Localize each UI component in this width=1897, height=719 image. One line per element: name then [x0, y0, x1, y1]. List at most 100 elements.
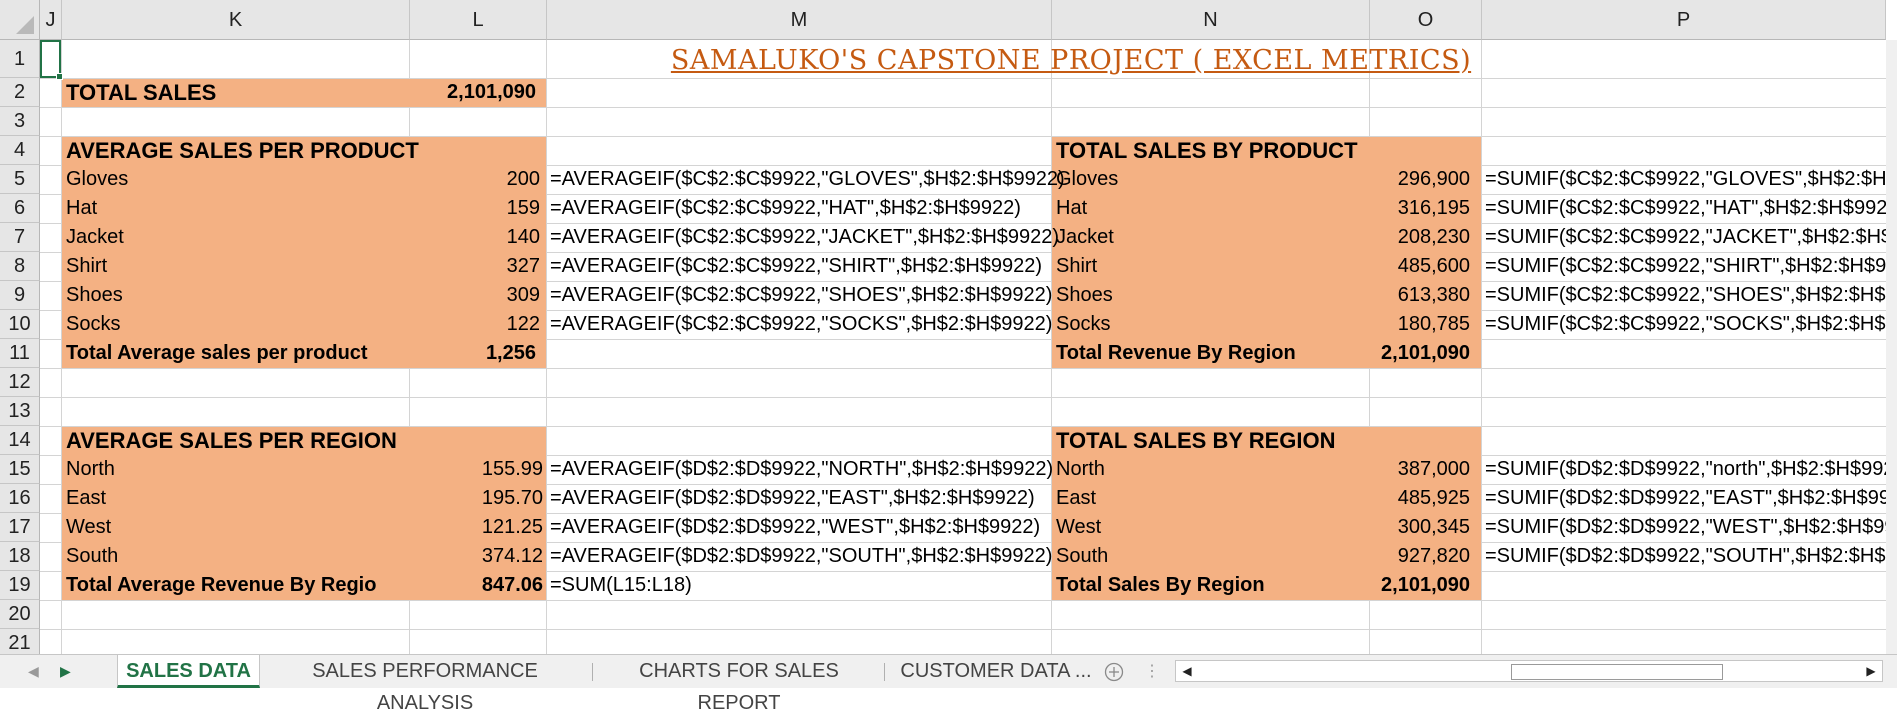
avg-product-name[interactable]: Gloves: [66, 165, 128, 194]
avg-product-name[interactable]: Shoes: [66, 281, 123, 310]
avg-product-formula[interactable]: =AVERAGEIF($C$2:$C$9922,"GLOVES",$H$2:$H…: [550, 165, 1065, 194]
total-region-name[interactable]: South: [1056, 542, 1108, 571]
avg-product-total-value[interactable]: 1,256: [410, 339, 536, 368]
avg-product-name[interactable]: Hat: [66, 194, 97, 223]
total-product-name[interactable]: Shoes: [1056, 281, 1113, 310]
row-header-10[interactable]: 10: [0, 310, 40, 339]
tab-customer-data[interactable]: CUSTOMER DATA ...: [896, 655, 1096, 688]
total-region-value[interactable]: 927,820: [1370, 542, 1470, 571]
row-header-1[interactable]: 1: [0, 40, 40, 78]
active-cell-j1[interactable]: [40, 40, 63, 80]
tab-sales-performance-analysis[interactable]: SALES PERFORMANCE ANALYSIS: [272, 655, 578, 714]
row-header-6[interactable]: 6: [0, 194, 40, 223]
avg-region-formula[interactable]: =AVERAGEIF($D$2:$D$9922,"SOUTH",$H$2:$H$…: [550, 542, 1052, 571]
avg-region-name[interactable]: South: [66, 542, 118, 571]
total-product-header[interactable]: TOTAL SALES BY PRODUCT: [1056, 136, 1358, 165]
scroll-right-icon[interactable]: ▶: [1862, 661, 1880, 681]
avg-region-formula[interactable]: =AVERAGEIF($D$2:$D$9922,"NORTH",$H$2:$H$…: [550, 455, 1053, 484]
scroll-left-icon[interactable]: ◀: [1178, 661, 1196, 681]
avg-product-name[interactable]: Socks: [66, 310, 120, 339]
row-header-8[interactable]: 8: [0, 252, 40, 281]
row-header-2[interactable]: 2: [0, 78, 40, 107]
avg-product-formula[interactable]: =AVERAGEIF($C$2:$C$9922,"SHOES",$H$2:$H$…: [550, 281, 1052, 310]
row-header-5[interactable]: 5: [0, 165, 40, 194]
total-product-value[interactable]: 180,785: [1370, 310, 1470, 339]
total-sales-label[interactable]: TOTAL SALES: [66, 78, 216, 107]
total-region-total-value[interactable]: 2,101,090: [1370, 571, 1470, 600]
avg-product-value[interactable]: 122: [410, 310, 540, 339]
row-header-12[interactable]: 12: [0, 368, 40, 397]
avg-product-value[interactable]: 159: [410, 194, 540, 223]
total-product-formula[interactable]: =SUMIF($C$2:$C$9922,"SHOES",$H$2:$H$99: [1485, 281, 1897, 310]
total-product-formula[interactable]: =SUMIF($C$2:$C$9922,"GLOVES",$H$2:$H$9: [1485, 165, 1897, 194]
total-product-formula[interactable]: =SUMIF($C$2:$C$9922,"JACKET",$H$2:$H$99: [1485, 223, 1897, 252]
next-sheet-arrow-icon[interactable]: ▶: [60, 655, 71, 688]
column-header-k[interactable]: K: [62, 0, 410, 40]
prev-sheet-arrow-icon[interactable]: ◀: [28, 655, 39, 688]
total-region-formula[interactable]: =SUMIF($D$2:$D$9922,"WEST",$H$2:$H$99: [1485, 513, 1896, 542]
total-region-formula[interactable]: =SUMIF($D$2:$D$9922,"north",$H$2:$H$992: [1485, 455, 1894, 484]
avg-product-total-label[interactable]: Total Average sales per product: [66, 339, 368, 368]
row-header-19[interactable]: 19: [0, 571, 40, 600]
total-region-name[interactable]: North: [1056, 455, 1105, 484]
avg-region-value[interactable]: 195.70: [410, 484, 543, 513]
total-region-name[interactable]: East: [1056, 484, 1096, 513]
avg-product-value[interactable]: 309: [410, 281, 540, 310]
row-header-4[interactable]: 4: [0, 136, 40, 165]
total-product-value[interactable]: 208,230: [1370, 223, 1470, 252]
column-header-o[interactable]: O: [1370, 0, 1482, 40]
total-product-value[interactable]: 485,600: [1370, 252, 1470, 281]
avg-region-value[interactable]: 374.12: [410, 542, 543, 571]
avg-product-formula[interactable]: =AVERAGEIF($C$2:$C$9922,"JACKET",$H$2:$H…: [550, 223, 1059, 252]
row-header-15[interactable]: 15: [0, 455, 40, 484]
horizontal-scrollbar[interactable]: ◀ ▶: [1175, 660, 1883, 682]
row-header-17[interactable]: 17: [0, 513, 40, 542]
avg-region-total-value[interactable]: 847.06: [410, 571, 543, 600]
plus-circle-icon[interactable]: [1104, 662, 1124, 682]
avg-region-value[interactable]: 155.99: [410, 455, 543, 484]
total-region-value[interactable]: 300,345: [1370, 513, 1470, 542]
total-product-formula[interactable]: =SUMIF($C$2:$C$9922,"HAT",$H$2:$H$9922: [1485, 194, 1897, 223]
total-product-name[interactable]: Gloves: [1056, 165, 1118, 194]
avg-region-total-label[interactable]: Total Average Revenue By Regio: [66, 571, 376, 600]
total-product-value[interactable]: 316,195: [1370, 194, 1470, 223]
avg-product-value[interactable]: 327: [410, 252, 540, 281]
total-region-total-label[interactable]: Total Sales By Region: [1056, 571, 1265, 600]
avg-region-header[interactable]: AVERAGE SALES PER REGION: [66, 426, 397, 455]
total-product-formula[interactable]: =SUMIF($C$2:$C$9922,"SHIRT",$H$2:$H$992: [1485, 252, 1897, 281]
total-region-value[interactable]: 387,000: [1370, 455, 1470, 484]
avg-product-formula[interactable]: =AVERAGEIF($C$2:$C$9922,"SHIRT",$H$2:$H$…: [550, 252, 1042, 281]
avg-region-name[interactable]: North: [66, 455, 115, 484]
row-header-3[interactable]: 3: [0, 107, 40, 136]
avg-product-value[interactable]: 140: [410, 223, 540, 252]
row-header-20[interactable]: 20: [0, 600, 40, 629]
row-header-14[interactable]: 14: [0, 426, 40, 455]
row-header-21[interactable]: 21: [0, 629, 40, 654]
total-sales-value[interactable]: 2,101,090: [410, 78, 536, 107]
column-header-l[interactable]: L: [410, 0, 547, 40]
total-region-formula[interactable]: =SUMIF($D$2:$D$9922,"EAST",$H$2:$H$992: [1485, 484, 1897, 513]
total-region-header[interactable]: TOTAL SALES BY REGION: [1056, 426, 1336, 455]
total-product-value[interactable]: 613,380: [1370, 281, 1470, 310]
scroll-thumb[interactable]: [1511, 664, 1723, 680]
row-header-11[interactable]: 11: [0, 339, 40, 368]
total-region-name[interactable]: West: [1056, 513, 1101, 542]
row-header-18[interactable]: 18: [0, 542, 40, 571]
avg-region-formula[interactable]: =AVERAGEIF($D$2:$D$9922,"WEST",$H$2:$H$9…: [550, 513, 1040, 542]
column-header-n[interactable]: N: [1052, 0, 1370, 40]
total-product-name[interactable]: Jacket: [1056, 223, 1114, 252]
select-all-corner[interactable]: [0, 0, 40, 40]
row-header-7[interactable]: 7: [0, 223, 40, 252]
tab-charts-for-sales-report[interactable]: CHARTS FOR SALES REPORT: [604, 655, 874, 714]
total-product-name[interactable]: Shirt: [1056, 252, 1097, 281]
avg-region-name[interactable]: West: [66, 513, 111, 542]
row-header-16[interactable]: 16: [0, 484, 40, 513]
row-header-9[interactable]: 9: [0, 281, 40, 310]
avg-region-formula[interactable]: =AVERAGEIF($D$2:$D$9922,"EAST",$H$2:$H$9…: [550, 484, 1035, 513]
column-header-m[interactable]: M: [547, 0, 1052, 40]
column-header-j[interactable]: J: [40, 0, 62, 40]
total-product-value[interactable]: 296,900: [1370, 165, 1470, 194]
avg-product-name[interactable]: Jacket: [66, 223, 124, 252]
total-product-name[interactable]: Socks: [1056, 310, 1110, 339]
total-region-value[interactable]: 485,925: [1370, 484, 1470, 513]
